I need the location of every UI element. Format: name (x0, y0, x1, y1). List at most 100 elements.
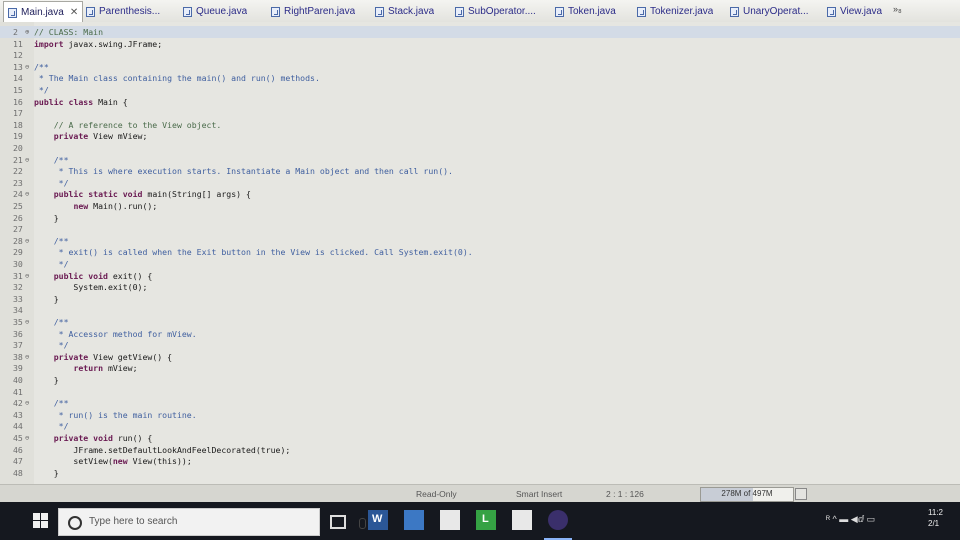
fold-toggle-icon[interactable]: ⊖ (25, 351, 29, 363)
fold-toggle-icon[interactable]: ⊖ (25, 397, 29, 409)
code-text: public class Main { (34, 96, 128, 107)
tab-label: Parenthesis... (99, 6, 161, 17)
code-text: } (34, 212, 59, 223)
tab-label: Token.java (568, 6, 616, 17)
code-line[interactable]: 28 ⊖ /** (0, 235, 960, 247)
tab-unaryoperat[interactable]: UnaryOperat... (730, 3, 809, 20)
fold-toggle-icon[interactable]: ⊖ (25, 316, 29, 328)
code-line[interactable]: 48 } (0, 467, 960, 479)
code-line[interactable]: 40 } (0, 374, 960, 386)
fold-toggle-icon[interactable]: ⊖ (25, 270, 29, 282)
heap-status[interactable]: 278M of 497M (700, 487, 794, 502)
microphone-icon[interactable] (359, 518, 366, 529)
code-line[interactable]: 34 (0, 304, 960, 316)
fold-toggle-icon[interactable]: ⊖ (25, 61, 29, 73)
line-number: 23 (13, 177, 23, 188)
code-line[interactable]: 20 (0, 142, 960, 154)
fold-toggle-icon[interactable]: ⊕ (25, 26, 29, 38)
code-text: * exit() is called when the Exit button … (34, 247, 473, 258)
code-line[interactable]: 13 ⊖/** (0, 61, 960, 73)
code-line[interactable]: 27 (0, 223, 960, 235)
tab-rightparen-java[interactable]: RightParen.java (271, 3, 355, 20)
fold-toggle-icon[interactable]: ⊖ (25, 432, 29, 444)
code-line[interactable]: 29 * exit() is called when the Exit butt… (0, 246, 960, 258)
code-line[interactable]: 17 (0, 107, 960, 119)
clock-date: 2/1 (928, 519, 940, 528)
code-text: } (34, 293, 59, 304)
code-line[interactable]: 24 ⊖ public static void main(String[] arg… (0, 188, 960, 200)
code-line[interactable]: 11 import javax.swing.JFrame; (0, 38, 960, 50)
line-number: 40 (13, 375, 23, 385)
tab-stack-java[interactable]: Stack.java (375, 3, 434, 20)
tab-suboperator[interactable]: SubOperator.... (455, 3, 536, 20)
code-line[interactable]: 22 * This is where execution starts. Ins… (0, 165, 960, 177)
code-text: * Accessor method for mView. (34, 328, 197, 339)
fold-toggle-icon[interactable]: ⊖ (25, 154, 29, 166)
code-line[interactable]: 43 * run() is the main routine. (0, 409, 960, 421)
word-app-icon[interactable] (368, 510, 388, 530)
code-text: private void run() { (53, 433, 153, 443)
code-line[interactable]: 26 } (0, 212, 960, 224)
code-line[interactable]: 2 ⊕// CLASS: Main (0, 26, 960, 38)
code-line[interactable]: 15 */ (0, 84, 960, 96)
code-text: public void exit() { (53, 270, 153, 281)
l-app-icon[interactable] (476, 510, 496, 530)
code-line[interactable]: 39 return mView; (0, 362, 960, 374)
line-number: 43 (13, 409, 23, 420)
code-line[interactable]: 38 ⊖ private View getView() { (0, 351, 960, 363)
code-line[interactable]: 23 */ (0, 177, 960, 189)
line-number: 11 (13, 38, 23, 49)
tab-tokenizer-java[interactable]: Tokenizer.java (637, 3, 713, 20)
code-text: * The Main class containing the main() a… (34, 73, 320, 84)
windows-start-icon[interactable] (33, 513, 49, 529)
tab-parenthesis[interactable]: Parenthesis... (86, 3, 160, 20)
mail-app-icon[interactable] (512, 510, 532, 530)
code-line[interactable]: 35 ⊖ /** (0, 316, 960, 328)
code-line[interactable]: 32 System.exit(0); (0, 281, 960, 293)
eclipse-app-icon[interactable] (548, 510, 568, 530)
task-view-icon[interactable] (330, 515, 346, 529)
line-number: 26 (13, 212, 23, 223)
trash-icon[interactable] (795, 488, 807, 500)
fold-toggle-icon[interactable]: ⊖ (25, 235, 29, 247)
line-number: 22 (13, 166, 23, 177)
code-editor[interactable]: 2 ⊕// CLASS: Main 11 import javax.swing.JFr… (0, 22, 960, 484)
code-line[interactable]: 42 ⊖ /** (0, 397, 960, 409)
line-number: 18 (13, 119, 23, 130)
code-line[interactable]: 21 ⊖ /** (0, 154, 960, 166)
code-text: /** (34, 317, 69, 327)
code-line[interactable]: 19 private View mView; (0, 130, 960, 142)
code-line[interactable]: 25 new Main().run(); (0, 200, 960, 212)
code-line[interactable]: 47 setView(new View(this)); (0, 455, 960, 467)
clock[interactable]: 11:2 2/1 (928, 507, 943, 529)
close-icon[interactable]: ✕ (70, 7, 78, 18)
tab-queue-java[interactable]: Queue.java (183, 3, 247, 20)
tab-view-java[interactable]: View.java (827, 3, 882, 20)
code-line[interactable]: 45 ⊖ private void run() { (0, 432, 960, 444)
tab-main-java[interactable]: Main.java ✕ (3, 1, 84, 23)
tab-token-java[interactable]: Token.java (555, 3, 616, 20)
code-line[interactable]: 31 ⊖ public void exit() { (0, 270, 960, 282)
code-line[interactable]: 30 */ (0, 258, 960, 270)
code-line[interactable]: 46 JFrame.setDefaultLookAndFeelDecorated… (0, 444, 960, 456)
code-line[interactable]: 18 // A reference to the View object. (0, 119, 960, 131)
line-number: 17 (13, 108, 23, 119)
code-line[interactable]: 37 */ (0, 339, 960, 351)
code-text: */ (34, 177, 69, 188)
store-app-icon[interactable] (440, 510, 460, 530)
photos-app-icon[interactable] (404, 510, 424, 530)
code-line[interactable]: 36 * Accessor method for mView. (0, 328, 960, 340)
code-line[interactable]: 44 */ (0, 420, 960, 432)
status-insert-mode: Smart Insert (516, 489, 563, 499)
code-line[interactable]: 12 (0, 49, 960, 61)
system-tray[interactable]: ᴿ ^ ▬ ◀ⅆ ▭ (826, 514, 875, 525)
code-line[interactable]: 41 (0, 386, 960, 398)
tab-overflow-icon[interactable]: »₈ (893, 4, 902, 14)
code-line[interactable]: 14 * The Main class containing the main(… (0, 72, 960, 84)
fold-toggle-icon[interactable]: ⊖ (25, 188, 29, 200)
code-line[interactable]: 33 } (0, 293, 960, 305)
taskbar-search-input[interactable]: Type here to search (58, 508, 366, 536)
line-number: 19 (13, 131, 23, 142)
code-line[interactable]: 16 public class Main { (0, 96, 960, 108)
code-text: // A reference to the View object. (34, 119, 222, 130)
